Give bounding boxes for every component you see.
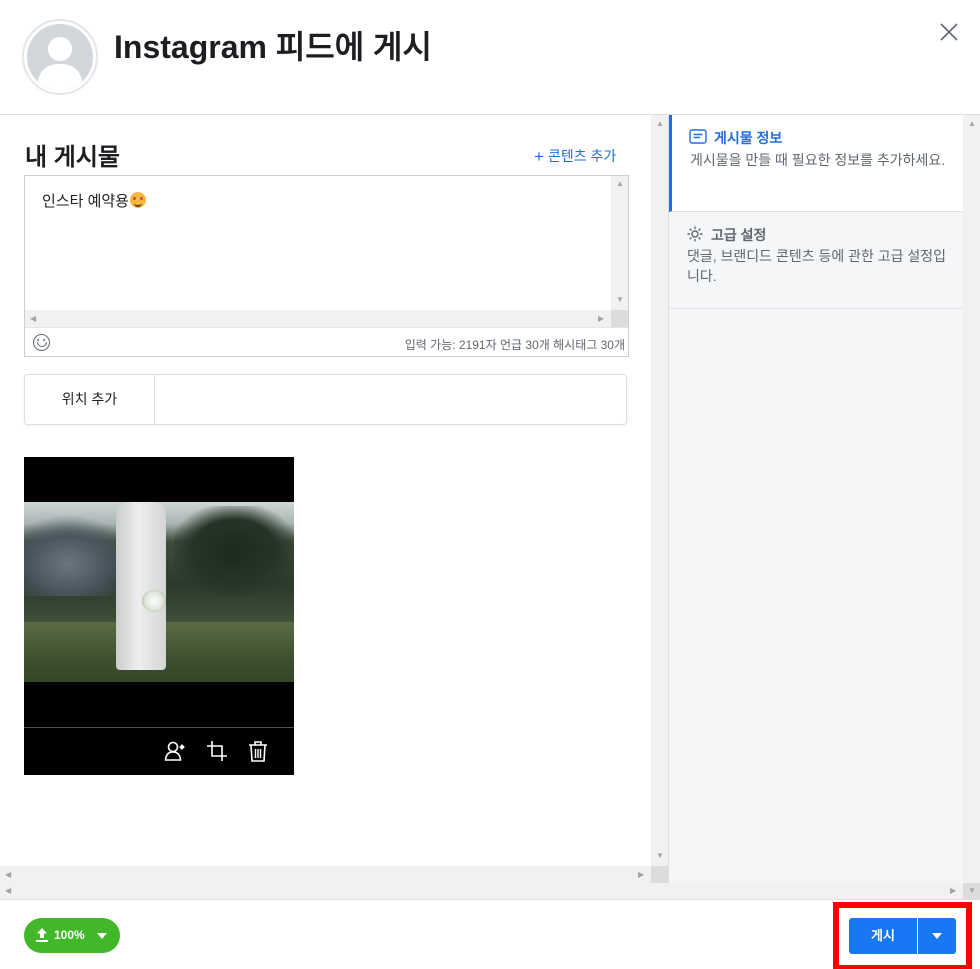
side-section-title: 게시물 정보 (714, 130, 783, 146)
caption-text-value: 인스타 예약용 (42, 193, 129, 210)
add-content-button[interactable]: + 콘텐츠 추가 (534, 146, 616, 167)
scrollbar-corner (651, 866, 668, 883)
avatar (22, 19, 98, 95)
post-editor-pane: 내 게시물 + 콘텐츠 추가 인스타 예약용 ▲ ▼ ◀ ▶ 입력 가능: 219… (0, 115, 668, 883)
scroll-left-icon[interactable]: ◀ (30, 315, 36, 323)
location-label[interactable]: 위치 추가 (25, 375, 155, 424)
scroll-right-icon[interactable]: ▶ (638, 871, 644, 879)
tag-people-icon (164, 741, 185, 761)
media-toolbar (24, 728, 294, 775)
media-preview (24, 457, 294, 775)
pane-vertical-scrollbar[interactable]: ▲ ▼ (651, 115, 668, 883)
scroll-up-icon[interactable]: ▲ (656, 120, 664, 128)
dialog-footer: 100% 게시 (0, 899, 980, 969)
scroll-right-icon[interactable]: ▶ (598, 315, 604, 323)
scrollbar-corner: ▼ (963, 883, 980, 899)
dialog-title: Instagram 피드에 게시 (114, 29, 432, 65)
avatar-placeholder-icon (37, 37, 83, 90)
location-field: 위치 추가 (24, 374, 627, 425)
close-icon (940, 23, 958, 41)
pane-horizontal-scrollbar[interactable]: ◀ ▶ (0, 866, 651, 883)
upload-icon (36, 928, 48, 942)
add-content-label: 콘텐츠 추가 (547, 148, 617, 164)
dialog-header: Instagram 피드에 게시 (0, 0, 980, 115)
publish-options-button[interactable] (918, 918, 956, 954)
emoji-picker-icon[interactable] (33, 334, 50, 351)
chevron-down-icon (932, 933, 942, 939)
side-vertical-scrollbar[interactable]: ▲ (963, 115, 980, 883)
character-count: 입력 가능: 2191자 언급 30개 해시태그 30개 (404, 338, 625, 352)
close-button[interactable] (934, 17, 964, 47)
section-title: 내 게시물 (25, 144, 120, 171)
scroll-left-icon[interactable]: ◀ (5, 871, 11, 879)
publish-button[interactable]: 게시 (849, 918, 917, 954)
gear-icon (687, 226, 703, 242)
caption-vertical-scrollbar[interactable]: ▲ ▼ (611, 176, 628, 310)
scrollbar-corner (611, 310, 628, 327)
tag-people-button[interactable] (164, 740, 186, 762)
side-section-description: 댓글, 브랜디드 콘텐츠 등에 관한 고급 설정입니다. (687, 248, 947, 284)
scroll-right-icon[interactable]: ▶ (950, 887, 956, 895)
caption-horizontal-scrollbar[interactable]: ◀ ▶ (25, 310, 611, 327)
dialog-horizontal-scrollbar[interactable]: ◀ ▶ (0, 883, 963, 899)
caption-text[interactable]: 인스타 예약용 (42, 190, 146, 211)
caption-editor[interactable]: 인스타 예약용 ▲ ▼ ◀ ▶ 입력 가능: 2191자 언급 30개 해시태그… (24, 175, 629, 357)
plus-icon: + (534, 147, 544, 166)
upload-progress-button[interactable]: 100% (24, 918, 120, 953)
scroll-down-icon[interactable]: ▼ (616, 296, 624, 304)
scroll-down-icon[interactable]: ▼ (968, 887, 976, 895)
scroll-left-icon[interactable]: ◀ (5, 887, 11, 895)
media-image (24, 502, 294, 682)
scroll-down-icon[interactable]: ▼ (656, 852, 664, 860)
scroll-up-icon[interactable]: ▲ (616, 180, 624, 188)
location-input[interactable] (156, 375, 626, 424)
post-info-icon (689, 129, 707, 144)
side-section-post-info[interactable]: 게시물 정보 게시물을 만들 때 필요한 정보를 추가하세요. (669, 115, 964, 212)
crop-button[interactable] (206, 740, 228, 762)
delete-button[interactable] (247, 740, 269, 762)
upload-progress-label: 100% (54, 928, 85, 942)
crop-icon (207, 741, 227, 761)
scroll-up-icon[interactable]: ▲ (968, 120, 976, 128)
smiling-face-with-hearts-icon (129, 192, 146, 208)
side-section-description: 게시물을 만들 때 필요한 정보를 추가하세요. (690, 152, 946, 168)
side-panel: 게시물 정보 게시물을 만들 때 필요한 정보를 추가하세요. 고급 설정 댓글… (668, 115, 964, 883)
trash-icon (249, 741, 267, 762)
side-section-title: 고급 설정 (711, 227, 767, 243)
caption-toolbar: 입력 가능: 2191자 언급 30개 해시태그 30개 (25, 327, 628, 357)
side-section-advanced-settings[interactable]: 고급 설정 댓글, 브랜디드 콘텐츠 등에 관한 고급 설정입니다. (669, 212, 964, 309)
chevron-down-icon (97, 933, 107, 939)
